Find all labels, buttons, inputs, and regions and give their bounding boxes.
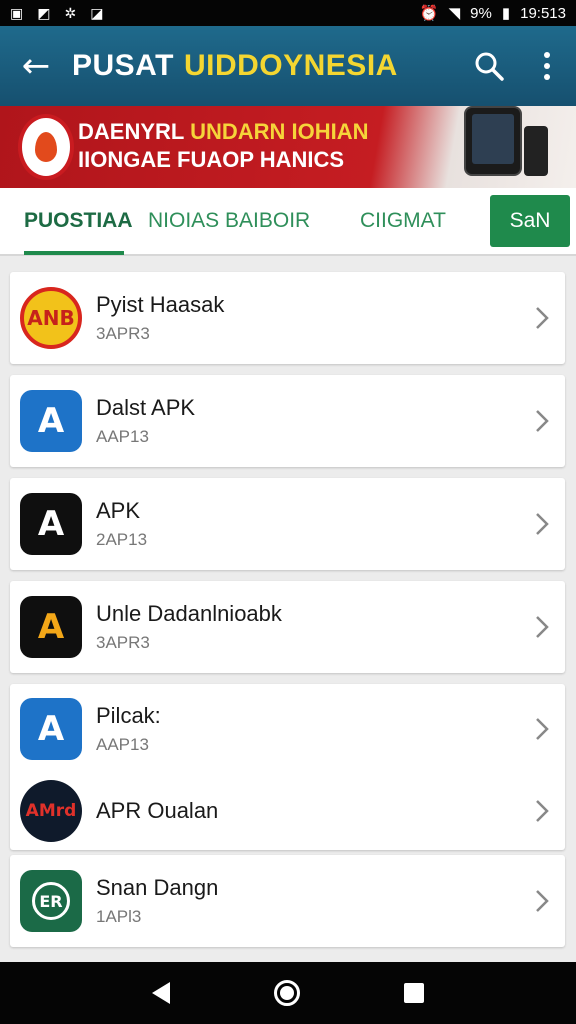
tab-ciigmat[interactable]: CIIGMAT xyxy=(360,187,470,255)
emblem-icon xyxy=(18,114,74,180)
list-item[interactable]: A Pilcak: AAP13 xyxy=(10,684,565,774)
title-part-2: UIDDOYNESIA xyxy=(183,49,398,82)
chevron-right-icon xyxy=(536,307,549,329)
clock: 19:513 xyxy=(520,4,566,22)
banner-line1-white: DAENYRL xyxy=(78,119,184,144)
wifi-icon: ◥ xyxy=(448,5,461,22)
battery-icon: ▮ xyxy=(501,5,511,22)
app-name: Snan Dangn xyxy=(96,875,219,900)
chevron-right-icon xyxy=(536,800,549,822)
title-part-1: PUSAT xyxy=(72,49,174,82)
overflow-menu-button[interactable] xyxy=(518,26,576,106)
battery-percent: 9% xyxy=(470,4,492,22)
black-a-icon: A xyxy=(20,493,82,555)
app-name: Dalst APK xyxy=(96,395,196,420)
promo-banner[interactable]: DAENYRL UNDARN IOHIAN IIONGAE FUAOP HANI… xyxy=(0,106,576,188)
system-nav-bar xyxy=(0,962,576,1024)
chevron-right-icon xyxy=(536,513,549,535)
scan-button[interactable]: SaN xyxy=(490,195,570,247)
chevron-right-icon xyxy=(536,890,549,912)
photo-notification-icon: ◪ xyxy=(90,4,104,21)
amrd-logo-icon: AMrd xyxy=(20,780,82,842)
arrow-left-icon: ← xyxy=(21,46,51,86)
banner-line2: IIONGAE FUAOP HANICS xyxy=(78,147,345,172)
app-name: APK xyxy=(96,498,141,523)
page-title: PUSAT UIDDOYNESIA xyxy=(72,49,398,83)
app-subtitle: 3APR3 xyxy=(96,324,150,343)
gold-a-icon: A xyxy=(20,596,82,658)
app-name: Pilcak: xyxy=(96,703,161,728)
app-subtitle: 2AP13 xyxy=(96,530,148,549)
image-notification-icon: ▣ xyxy=(10,4,24,21)
app-name: APR Oualan xyxy=(96,798,219,823)
nav-back-icon[interactable] xyxy=(152,982,170,1004)
phone-case-image xyxy=(524,126,548,176)
app-name: Unle Dadanlnioabk xyxy=(96,601,282,626)
app-name: Pyist Haasak xyxy=(96,292,225,317)
nav-recents-icon[interactable] xyxy=(404,983,424,1003)
tab-nioias-baiboir[interactable]: NIOIAS BAIBOIR xyxy=(148,187,322,255)
blue-a-icon: A xyxy=(20,698,82,760)
tab-bar: PUOSTIAA NIOIAS BAIBOIR CIIGMAT SaN xyxy=(0,188,576,256)
list-item[interactable]: ER Snan Dangn 1APl3 xyxy=(10,856,565,946)
phone-image xyxy=(464,106,522,176)
more-vert-icon xyxy=(544,52,550,80)
chevron-right-icon xyxy=(536,410,549,432)
banner-text: DAENYRL UNDARN IOHIAN IIONGAE FUAOP HANI… xyxy=(78,118,369,174)
back-button[interactable]: ← xyxy=(0,26,72,106)
list-item[interactable]: A APK 2AP13 xyxy=(10,479,565,569)
blue-a-icon: A xyxy=(20,390,82,452)
search-icon xyxy=(475,52,504,81)
app-subtitle: 3APR3 xyxy=(96,633,150,652)
app-subtitle: AAP13 xyxy=(96,427,149,446)
tab-puostiaa[interactable]: PUOSTIAA xyxy=(24,187,133,255)
anb-logo-icon: ANB xyxy=(20,287,82,349)
banner-line1-yellow: UNDARN IOHIAN xyxy=(190,119,369,144)
gallery-notification-icon: ◩ xyxy=(37,4,51,21)
alarm-icon: ⏰ xyxy=(419,5,439,22)
chevron-right-icon xyxy=(536,616,549,638)
nav-home-icon[interactable] xyxy=(274,980,300,1006)
status-bar: ▣ ◩ ✲ ◪ ⏰ ◥ 9% ▮ 19:513 xyxy=(0,0,576,26)
list-item[interactable]: ANB Pyist Haasak 3APR3 xyxy=(10,273,565,363)
app-bar: ← PUSAT UIDDOYNESIA xyxy=(0,26,576,106)
list-item[interactable]: AMrd APR Oualan xyxy=(10,766,565,856)
green-er-icon: ER xyxy=(20,870,82,932)
er-ring: ER xyxy=(32,882,70,920)
search-button[interactable] xyxy=(460,26,518,106)
list-item[interactable]: A Dalst APK AAP13 xyxy=(10,376,565,466)
chevron-right-icon xyxy=(536,718,549,740)
sync-notification-icon: ✲ xyxy=(64,4,77,21)
list-item[interactable]: A Unle Dadanlnioabk 3APR3 xyxy=(10,582,565,672)
app-subtitle: AAP13 xyxy=(96,735,149,754)
app-subtitle: 1APl3 xyxy=(96,907,142,926)
